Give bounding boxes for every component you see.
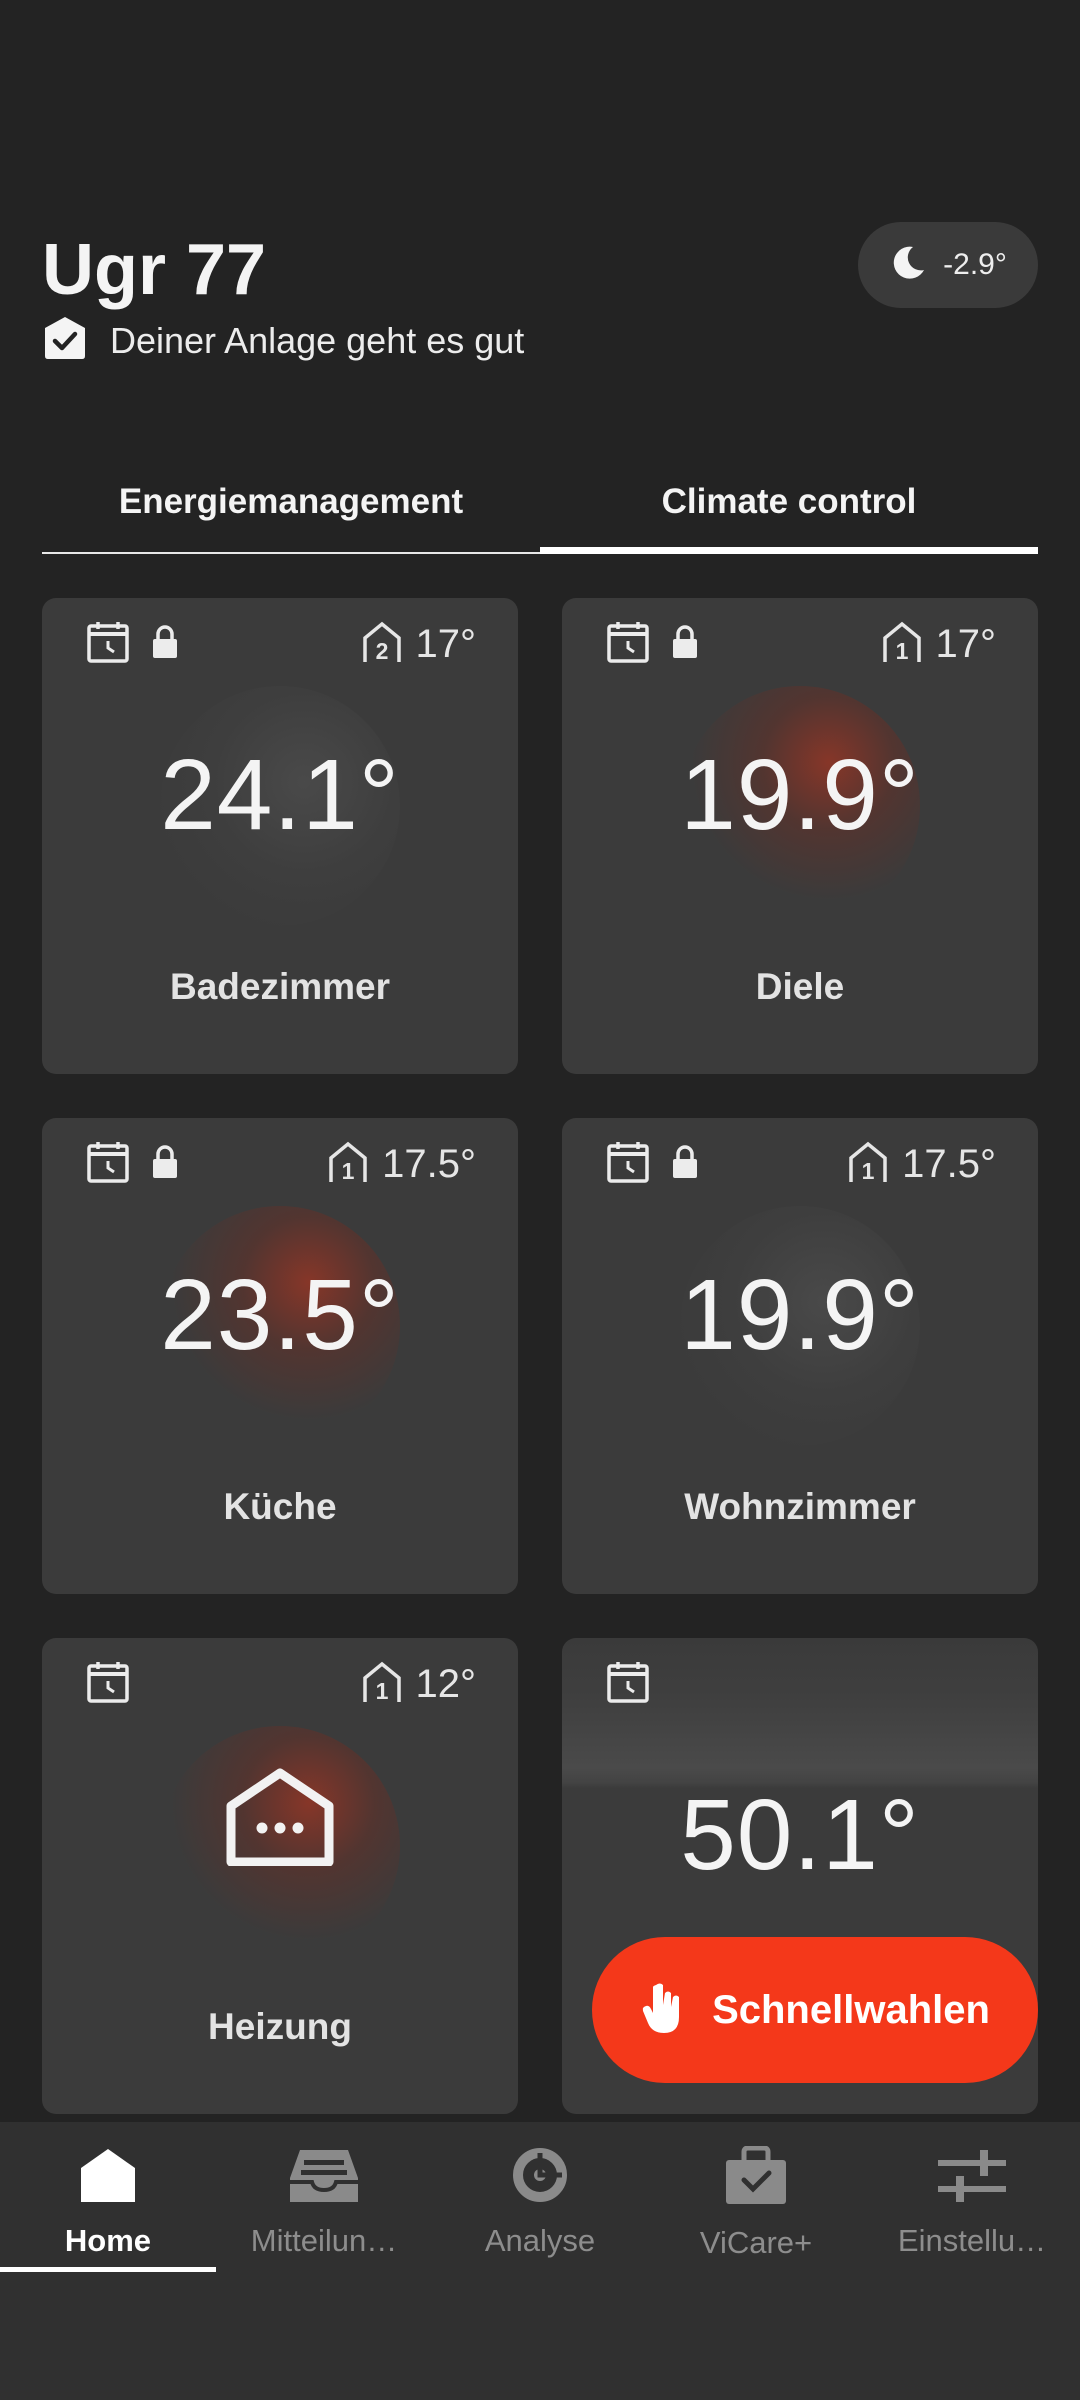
water-temp: 50.1°	[680, 1779, 920, 1891]
room-name: Küche	[223, 1486, 337, 1527]
setpoint-temp: 12°	[415, 1662, 477, 1706]
tab-bar: Energiemanagement Climate control	[42, 450, 1038, 554]
nav-einstellungen[interactable]: Einstellu…	[864, 2146, 1080, 2276]
zone-house-icon: 1	[360, 1660, 404, 1709]
home-icon	[79, 2146, 137, 2209]
room-card-kueche[interactable]: 1 17.5° 23.5° Küche	[42, 1118, 518, 1594]
outdoor-temp: -2.9°	[943, 248, 1007, 281]
lock-icon	[150, 624, 180, 665]
nav-label: Home	[64, 2223, 152, 2258]
room-name: Wohnzimmer	[684, 1486, 916, 1527]
installation-title: Ugr 77	[42, 230, 267, 310]
status-check-icon	[42, 315, 88, 366]
heating-card[interactable]: 1 12° Heizung	[42, 1638, 518, 2114]
bottom-navigation: Home Mitteilun… Analyse ViCare+ Einstell…	[0, 2122, 1080, 2400]
schedule-icon	[86, 1660, 130, 1709]
nav-vicare-plus[interactable]: ViCare+	[648, 2145, 864, 2276]
zone-house-icon: 1	[846, 1140, 890, 1189]
schedule-icon	[86, 620, 130, 669]
schedule-icon	[606, 1660, 650, 1709]
nav-label: Mitteilun…	[250, 2223, 398, 2258]
nav-home[interactable]: Home	[0, 2146, 216, 2276]
setpoint-temp: 17.5°	[382, 1142, 476, 1186]
room-temp: 23.5°	[160, 1259, 400, 1371]
lock-icon	[670, 624, 700, 665]
room-temp: 19.9°	[680, 739, 920, 851]
tab-climate-control[interactable]: Climate control	[540, 450, 1038, 554]
system-status[interactable]: Deiner Anlage geht es gut	[42, 315, 524, 366]
setpoint-temp: 17.5°	[902, 1142, 996, 1186]
svg-text:1: 1	[342, 1158, 355, 1184]
schedule-icon	[606, 620, 650, 669]
nav-analyse[interactable]: Analyse	[432, 2146, 648, 2276]
svg-text:1: 1	[862, 1158, 875, 1184]
room-temp: 19.9°	[680, 1259, 920, 1371]
bag-check-icon	[724, 2145, 788, 2211]
home-screen: Ugr 77 Deiner Anlage geht es gut -2.9° E…	[0, 0, 1080, 2400]
room-name: Badezimmer	[169, 966, 391, 1007]
nav-label: ViCare+	[699, 2225, 813, 2260]
svg-text:1: 1	[895, 638, 908, 664]
zone-house-icon: 1	[326, 1140, 370, 1189]
room-temp: 24.1°	[160, 739, 400, 851]
zone-house-icon: 1	[880, 620, 924, 669]
schedule-icon	[86, 1140, 130, 1189]
house-more-icon	[226, 1768, 334, 1871]
room-name: Heizung	[208, 2006, 352, 2047]
room-name: Diele	[755, 966, 845, 1007]
setpoint-temp: 17°	[415, 622, 477, 666]
svg-text:1: 1	[375, 1678, 388, 1704]
outdoor-temperature-pill[interactable]: -2.9°	[858, 222, 1038, 308]
zone-house-icon: 2	[360, 620, 404, 669]
quick-selection-label: Schnellwahlen	[712, 1987, 990, 2032]
sliders-icon	[936, 2146, 1008, 2209]
tab-energiemanagement[interactable]: Energiemanagement	[42, 450, 540, 554]
setpoint-temp: 17°	[935, 622, 997, 666]
inbox-icon	[288, 2146, 360, 2209]
nav-active-indicator	[0, 2267, 216, 2272]
nav-label: Analyse	[484, 2223, 596, 2258]
quick-selection-button[interactable]: Schnellwahlen	[592, 1937, 1038, 2083]
svg-text:2: 2	[375, 638, 388, 664]
status-text: Deiner Anlage geht es gut	[110, 319, 525, 361]
analysis-icon	[508, 2146, 572, 2209]
moon-icon	[889, 244, 927, 287]
room-card-wohnzimmer[interactable]: 1 17.5° 19.9° Wohnzimmer	[562, 1118, 1038, 1594]
nav-label: Einstellu…	[897, 2223, 1047, 2258]
lock-icon	[670, 1144, 700, 1185]
room-card-badezimmer[interactable]: 2 17° 24.1° Badezimmer	[42, 598, 518, 1074]
hand-pointer-icon	[640, 1981, 684, 2040]
nav-mitteilungen[interactable]: Mitteilun…	[216, 2146, 432, 2276]
schedule-icon	[606, 1140, 650, 1189]
lock-icon	[150, 1144, 180, 1185]
room-card-diele[interactable]: 1 17° 19.9° Diele	[562, 598, 1038, 1074]
